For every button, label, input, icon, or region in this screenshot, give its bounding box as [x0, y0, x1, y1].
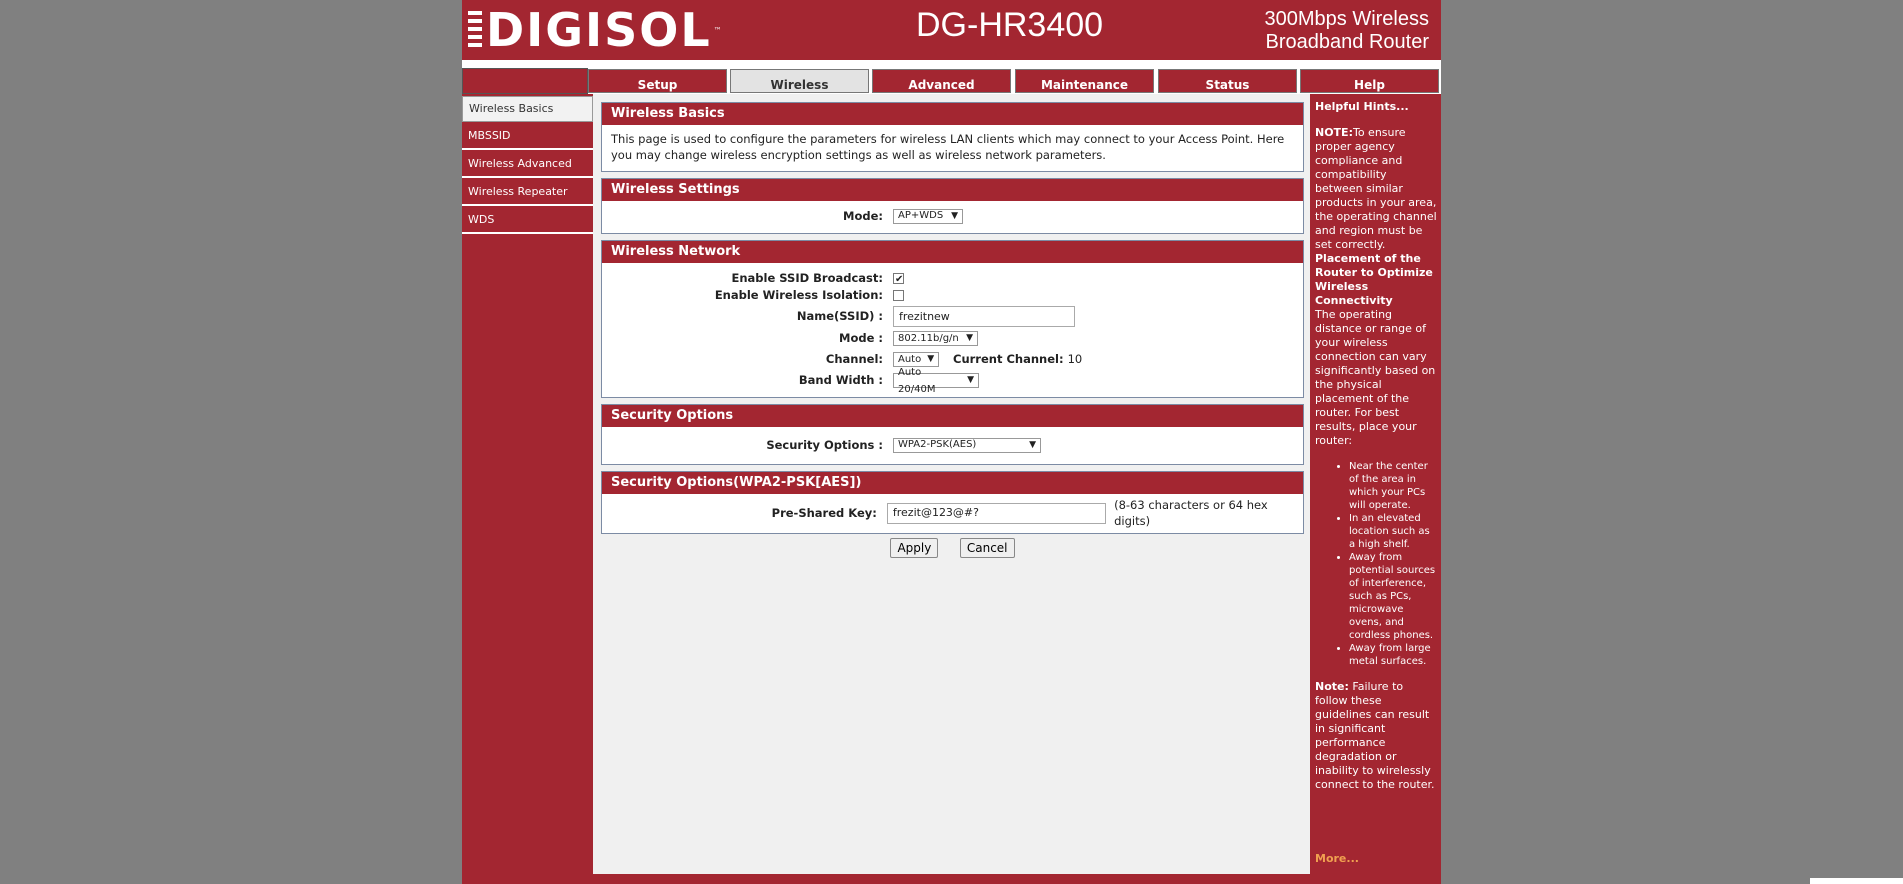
wireless-basics-section: Wireless Basics This page is used to con… — [601, 102, 1304, 172]
digisol-logo: DIGISOL ™ — [468, 3, 724, 57]
helpful-hints-panel: Helpful Hints... NOTE:To ensure proper a… — [1310, 94, 1441, 874]
bandwidth-label: Band Width : — [798, 373, 883, 387]
security-options-value: WPA2-PSK(AES) — [898, 439, 977, 450]
bandwidth-row: Band Width : Auto 20/40M ▼ — [611, 367, 1303, 395]
logo-text: DIGISOL — [486, 3, 712, 57]
sidebar-item-mbssid[interactable]: MBSSID — [462, 124, 593, 150]
channel-label: Channel: — [825, 352, 883, 366]
sidebar: Wireless Basics MBSSID Wireless Advanced… — [462, 94, 593, 874]
hints-placement-title: Placement of the Router to Optimize Wire… — [1315, 252, 1433, 307]
mode-label: Mode: — [843, 209, 883, 223]
hints-note-label: NOTE: — [1315, 126, 1353, 139]
security-options-row: Security Options : WPA2-PSK(AES) ▼ — [611, 436, 1303, 454]
tab-status[interactable]: Status — [1158, 69, 1297, 93]
hints-note-text: To ensure proper agency compliance and c… — [1315, 126, 1437, 251]
psk-hint: (8-63 characters or 64 hex digits) — [1114, 498, 1268, 528]
more-link[interactable]: More... — [1315, 852, 1359, 866]
ssid-label: Name(SSID) : — [796, 308, 883, 323]
psk-input[interactable]: frezit@123@#? — [886, 502, 1107, 524]
psk-row: Pre-Shared Key: frezit@123@#? (8-63 char… — [611, 498, 1303, 528]
network-mode-value: 802.11b/g/n — [898, 333, 959, 344]
list-item: In an elevated location such as a high s… — [1349, 512, 1437, 551]
current-channel-label: Current Channel: — [953, 352, 1064, 366]
footer-bar — [462, 874, 1441, 884]
ssid-row: Name(SSID) : frezitnew — [611, 304, 1303, 328]
bandwidth-select[interactable]: Auto 20/40M ▼ — [893, 367, 979, 395]
header-divider — [462, 60, 1441, 68]
tab-spacer — [462, 68, 588, 94]
security-options-select[interactable]: WPA2-PSK(AES) ▼ — [893, 437, 1041, 453]
cancel-button[interactable]: Cancel — [959, 538, 1015, 558]
sidebar-item-wireless-basics[interactable]: Wireless Basics — [462, 96, 593, 122]
logo-lines-icon — [468, 11, 482, 49]
hints-note: NOTE:To ensure proper agency compliance … — [1315, 126, 1437, 252]
hints-list: Near the center of the area in which you… — [1315, 460, 1437, 668]
ssid-broadcast-checkbox[interactable] — [893, 271, 904, 288]
list-item: Away from large metal surfaces. — [1349, 642, 1437, 668]
hints-note2-label: Note: — [1315, 680, 1349, 693]
window-corner-strip — [1810, 878, 1903, 884]
tagline-line2: Broadband Router — [1265, 31, 1429, 53]
psk-label: Pre-Shared Key: — [771, 506, 877, 520]
hints-note2: Note: Failure to follow these guidelines… — [1315, 680, 1437, 792]
header-banner: DIGISOL ™ DG-HR3400 300Mbps Wireless Bro… — [462, 0, 1441, 60]
section-title: Security Options — [602, 405, 1303, 427]
ssid-input[interactable]: frezitnew — [893, 305, 1075, 327]
wireless-mode-row: Mode: AP+WDS ▼ — [611, 207, 1303, 225]
isolation-label: Enable Wireless Isolation: — [714, 288, 883, 302]
model-name: DG-HR3400 — [916, 6, 1104, 44]
tab-maintenance[interactable]: Maintenance — [1015, 69, 1154, 93]
section-title: Wireless Basics — [602, 103, 1303, 125]
tab-wireless[interactable]: Wireless — [730, 69, 869, 93]
product-tagline: 300Mbps Wireless Broadband Router — [1264, 8, 1429, 54]
main-content: Wireless Basics This page is used to con… — [601, 102, 1304, 558]
router-page: DIGISOL ™ DG-HR3400 300Mbps Wireless Bro… — [462, 0, 1441, 884]
tab-setup[interactable]: Setup — [588, 69, 727, 93]
mode-select[interactable]: AP+WDS ▼ — [893, 208, 963, 224]
section-title: Wireless Network — [602, 241, 1303, 263]
sidebar-item-wireless-advanced[interactable]: Wireless Advanced — [462, 152, 593, 178]
wireless-settings-section: Wireless Settings Mode: AP+WDS ▼ — [601, 178, 1304, 234]
security-options-section: Security Options Security Options : WPA2… — [601, 404, 1304, 465]
ssid-broadcast-row: Enable SSID Broadcast: — [611, 270, 1303, 288]
chevron-down-icon: ▼ — [967, 375, 974, 385]
form-buttons: Apply Cancel — [601, 538, 1304, 558]
isolation-checkbox[interactable] — [893, 290, 904, 301]
main-nav-tabs: Setup Wireless Advanced Maintenance Stat… — [462, 68, 1441, 94]
list-item: Away from potential sources of interfere… — [1349, 551, 1437, 642]
current-channel-value: 10 — [1067, 352, 1083, 366]
wireless-network-section: Wireless Network Enable SSID Broadcast: … — [601, 240, 1304, 398]
ssid-broadcast-label: Enable SSID Broadcast: — [731, 271, 883, 285]
hints-note2-text: Failure to follow these guidelines can r… — [1315, 680, 1435, 791]
network-mode-label: Mode : — [839, 331, 883, 345]
tagline-line1: 300Mbps Wireless — [1264, 8, 1429, 30]
network-mode-row: Mode : 802.11b/g/n ▼ — [611, 328, 1303, 349]
chevron-down-icon: ▼ — [951, 211, 958, 221]
mode-select-value: AP+WDS — [898, 210, 944, 221]
apply-button[interactable]: Apply — [890, 538, 939, 558]
chevron-down-icon: ▼ — [1029, 440, 1036, 450]
tab-advanced[interactable]: Advanced — [872, 69, 1011, 93]
sidebar-item-wds[interactable]: WDS — [462, 208, 593, 234]
security-options-label: Security Options : — [766, 438, 883, 452]
sidebar-item-wireless-repeater[interactable]: Wireless Repeater — [462, 180, 593, 206]
section-title: Wireless Settings — [602, 179, 1303, 201]
list-item: Near the center of the area in which you… — [1349, 460, 1437, 512]
chevron-down-icon: ▼ — [966, 333, 973, 343]
isolation-row: Enable Wireless Isolation: — [611, 287, 1303, 304]
basics-description: This page is used to configure the param… — [611, 132, 1285, 162]
wpa2-psk-section: Security Options(WPA2-PSK[AES]) Pre-Shar… — [601, 471, 1304, 534]
section-title: Security Options(WPA2-PSK[AES]) — [602, 472, 1303, 494]
network-mode-select[interactable]: 802.11b/g/n ▼ — [893, 331, 978, 346]
hints-title: Helpful Hints... — [1315, 100, 1409, 113]
logo-tm: ™ — [713, 25, 724, 35]
bandwidth-value: Auto 20/40M — [898, 366, 936, 395]
tab-help[interactable]: Help — [1300, 69, 1439, 93]
hints-placement-text: The operating distance or range of your … — [1315, 308, 1436, 447]
